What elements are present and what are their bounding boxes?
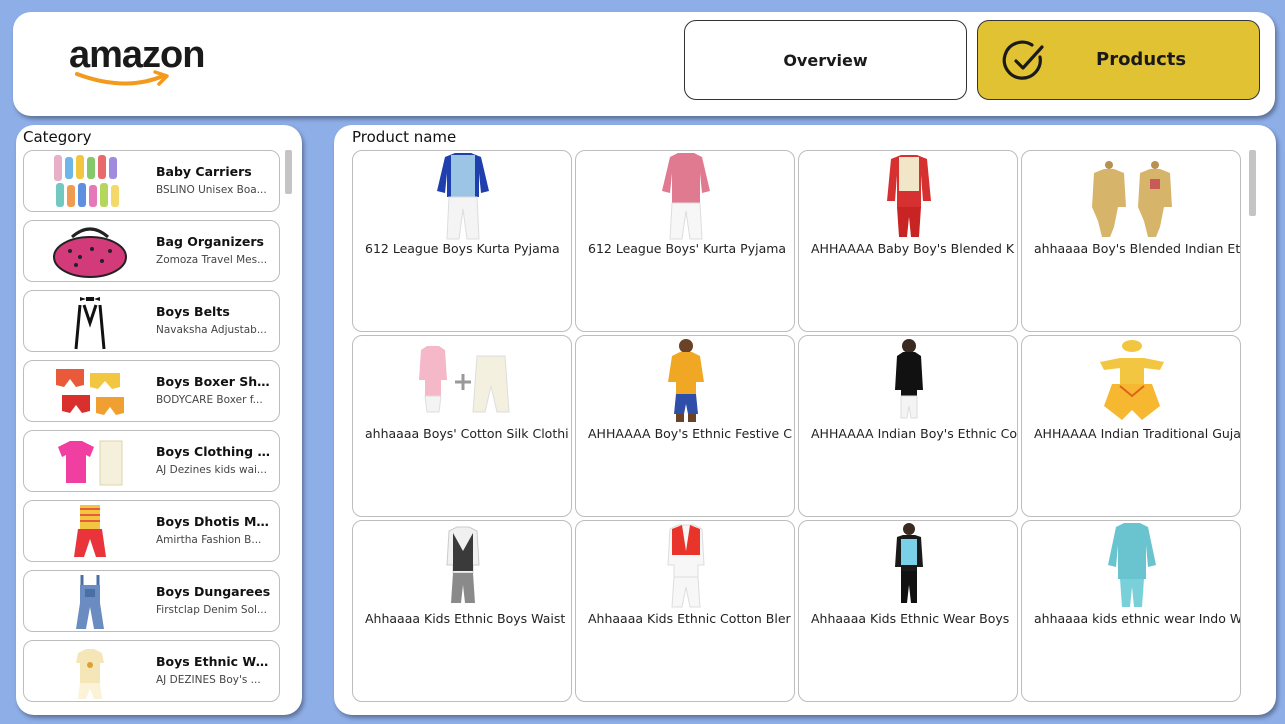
products-button[interactable]: Products [977, 20, 1260, 100]
child-ethnic-image [895, 523, 923, 603]
ethnic-wear-thumbnail [76, 649, 104, 699]
product-card[interactable]: ahhaaaa Boys' Cotton Silk Clothi [352, 335, 572, 517]
category-panel: Category Baby Carriers BSLINO Unisex Boa… [16, 125, 302, 715]
traditional-outfit-image [1100, 340, 1164, 420]
product-card[interactable]: ahhaaaa kids ethnic wear Indo W [1021, 520, 1241, 702]
category-item-boys-dungarees[interactable]: Boys Dungarees Firstclap Denim Sol... [23, 570, 280, 632]
category-sub: AJ DEZINES Boy's ... [156, 674, 261, 686]
kurta-image [887, 155, 931, 237]
product-name: ahhaaaa kids ethnic wear Indo W [1034, 611, 1240, 626]
category-title: Category [23, 128, 92, 146]
header-bar: amazon Overview Products [13, 12, 1275, 116]
category-item-bag-organizers[interactable]: Bag Organizers Zomoza Travel Mes... [23, 220, 280, 282]
category-sub: AJ Dezines kids wai... [156, 464, 267, 476]
kurta-image [437, 153, 489, 240]
product-card[interactable]: 612 League Boys Kurta Pyjama [352, 150, 572, 332]
overview-button[interactable]: Overview [684, 20, 967, 100]
category-name: Boys Ethnic We... [156, 654, 272, 669]
category-sub: BSLINO Unisex Boa... [156, 184, 267, 196]
category-item-boys-ethnic-wear[interactable]: Boys Ethnic We... AJ DEZINES Boy's ... [23, 640, 280, 702]
product-name: AHHAAAA Boy's Ethnic Festive C [588, 426, 792, 441]
smile-arrow-icon [75, 70, 169, 86]
category-name: Boys Boxer Sho... [156, 374, 272, 389]
category-item-boys-dhotis[interactable]: Boys Dhotis Mu... Amirtha Fashion B... [23, 500, 280, 562]
product-name: AHHAAAA Indian Boy's Ethnic Co [811, 426, 1017, 441]
products-scrollbar[interactable] [1249, 150, 1256, 216]
product-name: AHHAAAA Baby Boy's Blended K [811, 241, 1015, 256]
amazon-logo: amazon [69, 34, 229, 94]
category-name: Boys Belts [156, 304, 230, 319]
child-ethnic-image [895, 339, 923, 419]
bag-thumbnail [53, 227, 127, 278]
suspenders-thumbnail [74, 297, 106, 350]
category-item-boys-belts[interactable]: Boys Belts Navaksha Adjustab... [23, 290, 280, 352]
product-card[interactable]: Ahhaaaa Kids Ethnic Wear Boys [798, 520, 1018, 702]
category-item-boys-boxer-shorts[interactable]: Boys Boxer Sho... BODYCARE Boxer f... [23, 360, 280, 422]
checkmark-circle-icon [1002, 40, 1044, 80]
kurta-image [1092, 161, 1172, 237]
product-card[interactable]: Ahhaaaa Kids Ethnic Boys Waist [352, 520, 572, 702]
product-name: ahhaaaa Boy's Blended Indian Et [1034, 241, 1240, 256]
category-name: Boys Clothing S... [156, 444, 272, 459]
boxers-thumbnail [56, 369, 124, 415]
category-sub: Amirtha Fashion B... [156, 534, 262, 546]
dungarees-thumbnail [76, 575, 104, 629]
category-name: Boys Dungarees [156, 584, 271, 599]
category-sub: BODYCARE Boxer f... [156, 394, 263, 406]
category-sub: Zomoza Travel Mes... [156, 254, 268, 266]
products-panel: Product name 612 League Boys Kurta Pyjam… [334, 125, 1276, 715]
product-card[interactable]: AHHAAAA Indian Traditional Guja [1021, 335, 1241, 517]
waistcoat-image [446, 526, 480, 603]
overview-label: Overview [783, 50, 868, 70]
product-card[interactable]: Ahhaaaa Kids Ethnic Cotton Bler [575, 520, 795, 702]
product-card[interactable]: AHHAAAA Boy's Ethnic Festive C [575, 335, 795, 517]
category-scrollbar[interactable] [285, 150, 292, 194]
dhoti-thumbnail [74, 505, 106, 557]
kurta-image [662, 153, 710, 240]
clothing-set-thumbnail [58, 440, 123, 486]
kurta-image [419, 346, 510, 413]
products-title: Product name [352, 128, 457, 146]
category-sub: Firstclap Denim Sol... [156, 604, 267, 616]
category-item-boys-clothing-sets[interactable]: Boys Clothing S... AJ Dezines kids wai..… [23, 430, 280, 492]
product-name: AHHAAAA Indian Traditional Guja [1034, 426, 1240, 441]
product-name: Ahhaaaa Kids Ethnic Wear Boys [811, 611, 1010, 626]
product-name: 612 League Boys Kurta Pyjama [365, 241, 560, 256]
product-card[interactable]: 612 League Boys' Kurta Pyjama [575, 150, 795, 332]
product-name: Ahhaaaa Kids Ethnic Cotton Bler [588, 611, 791, 626]
product-name: Ahhaaaa Kids Ethnic Boys Waist [365, 611, 566, 626]
child-ethnic-image [668, 339, 704, 422]
category-name: Boys Dhotis Mu... [156, 514, 272, 529]
kurta-image [1108, 523, 1156, 607]
product-card[interactable]: AHHAAAA Indian Boy's Ethnic Co [798, 335, 1018, 517]
category-name: Baby Carriers [156, 164, 252, 179]
product-card[interactable]: AHHAAAA Baby Boy's Blended K [798, 150, 1018, 332]
product-card[interactable]: ahhaaaa Boy's Blended Indian Et [1021, 150, 1241, 332]
category-sub: Navaksha Adjustab... [156, 324, 267, 336]
category-item-baby-carriers[interactable]: Baby Carriers BSLINO Unisex Boa... [23, 150, 280, 212]
product-name: ahhaaaa Boys' Cotton Silk Clothi [365, 426, 569, 441]
socks-thumbnail [54, 155, 119, 207]
waistcoat-image [667, 524, 705, 608]
category-name: Bag Organizers [156, 234, 264, 249]
products-label: Products [1096, 49, 1187, 70]
product-name: 612 League Boys' Kurta Pyjama [588, 241, 787, 256]
